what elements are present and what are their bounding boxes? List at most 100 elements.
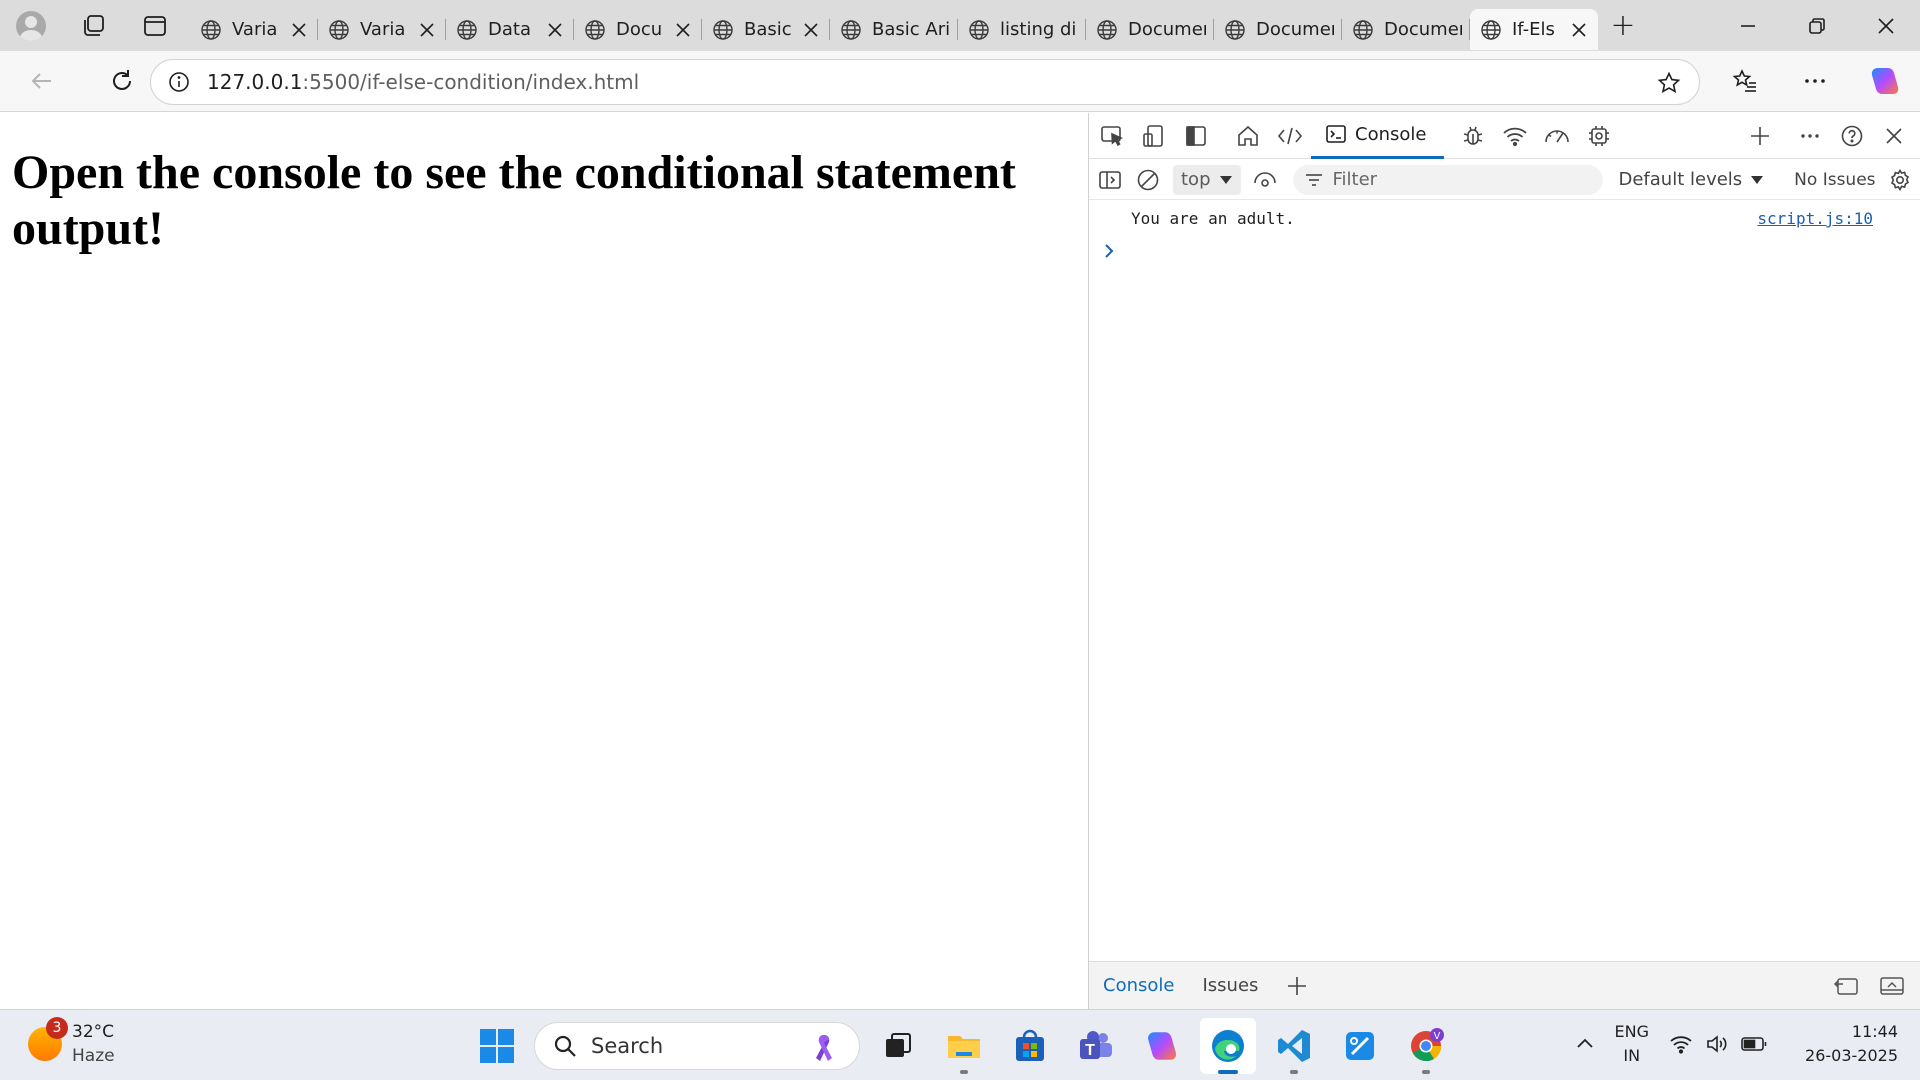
favorites-button[interactable] [1710, 55, 1780, 107]
tab-strip: Varia Varia Data Docu Basic Basic Arit listing… [0, 0, 1920, 51]
drawer-add-tab-button[interactable] [1272, 962, 1322, 1010]
collapse-icon [1880, 977, 1904, 995]
tab-close-button[interactable] [288, 19, 310, 41]
taskbar-vscode[interactable] [1266, 1018, 1322, 1074]
copilot-button[interactable] [1850, 55, 1920, 107]
taskbar-task-view[interactable] [870, 1018, 926, 1074]
copilot-icon [1148, 1032, 1177, 1060]
favorite-button[interactable] [1657, 71, 1681, 99]
tab-actions-button[interactable] [124, 0, 186, 51]
start-button[interactable] [470, 1019, 524, 1073]
browser-tab[interactable]: Varia [318, 9, 446, 50]
close-window-button[interactable] [1851, 0, 1920, 51]
back-button[interactable] [16, 55, 68, 107]
weather-condition: Haze [72, 1046, 115, 1066]
clear-console-button[interactable] [1129, 157, 1167, 203]
globe-icon [457, 19, 477, 40]
browser-tab[interactable]: listing di [958, 9, 1086, 50]
live-expression-button[interactable] [1245, 157, 1285, 203]
sources-tab[interactable] [1452, 113, 1494, 159]
tab-close-button[interactable] [544, 19, 566, 41]
restore-icon [1808, 17, 1825, 34]
browser-tab[interactable]: Varia [190, 9, 318, 50]
plus-icon [1288, 976, 1307, 995]
tab-title: Basic [744, 19, 792, 40]
search-placeholder: Search [591, 1034, 664, 1058]
language-indicator[interactable]: ENG IN [1615, 1020, 1649, 1068]
dock-side-button[interactable] [1175, 113, 1217, 159]
close-devtools-button[interactable] [1873, 113, 1915, 159]
log-levels-dropdown[interactable]: Default levels [1619, 169, 1765, 190]
url-text[interactable]: 127.0.0.1:5500/if-else-condition/index.h… [207, 70, 639, 94]
issues-counter[interactable]: No Issues [1794, 170, 1875, 190]
more-tools-button[interactable] [1739, 113, 1781, 159]
restore-button[interactable] [1782, 0, 1851, 51]
teams-icon: T [1080, 1031, 1112, 1059]
taskbar-copilot[interactable] [1134, 1018, 1190, 1074]
console-prompt[interactable] [1103, 241, 1115, 266]
js-context-select[interactable]: top [1173, 164, 1241, 195]
tab-console[interactable]: Console [1311, 113, 1445, 159]
settings-more-button[interactable] [1780, 55, 1850, 107]
browser-tab[interactable]: Documer [1342, 9, 1470, 50]
drawer-tab-console[interactable]: Console [1089, 962, 1188, 1010]
workspaces-button[interactable] [62, 0, 124, 51]
active-indicator [1218, 1070, 1238, 1074]
caret-down-icon [1751, 175, 1764, 184]
browser-tab[interactable]: Basic Arit [830, 9, 958, 50]
network-tab[interactable] [1494, 113, 1536, 159]
inspect-element-button[interactable] [1091, 113, 1133, 159]
taskbar-store[interactable] [1002, 1018, 1058, 1074]
home-icon [1238, 125, 1258, 146]
weather-widget[interactable]: 3 32°C Haze [28, 1017, 115, 1068]
taskbar-snipping-tool[interactable] [1332, 1018, 1388, 1074]
browser-tab[interactable]: If-Els [1470, 9, 1598, 50]
memory-tab[interactable] [1578, 113, 1620, 159]
welcome-tab[interactable] [1227, 113, 1269, 159]
help-button[interactable] [1831, 113, 1873, 159]
browser-tab[interactable]: Basic [702, 9, 830, 50]
close-icon [548, 22, 562, 37]
console-settings-button[interactable] [1880, 157, 1920, 203]
taskbar-teams[interactable]: T [1068, 1018, 1124, 1074]
tab-close-button[interactable] [416, 19, 438, 41]
taskbar-search[interactable]: Search [534, 1022, 860, 1070]
tab-close-button[interactable] [800, 19, 822, 41]
console-filter-input[interactable]: Filter [1292, 164, 1603, 195]
tab-close-button[interactable] [1568, 19, 1590, 41]
tab-title: If-Els [1512, 19, 1555, 40]
globe-icon [713, 19, 733, 40]
browser-tab[interactable]: Documer [1214, 9, 1342, 50]
quick-settings-button[interactable] [1669, 1034, 1767, 1054]
browser-tab[interactable]: Documer [1086, 9, 1214, 50]
taskbar-edge[interactable] [1200, 1018, 1256, 1074]
performance-tab[interactable] [1536, 113, 1578, 159]
weather-temp: 32°C [72, 1022, 115, 1042]
sidebar-icon [1186, 125, 1206, 146]
tab-close-button[interactable] [672, 19, 694, 41]
taskbar-file-explorer[interactable] [936, 1018, 992, 1074]
dock-drawer-button[interactable] [1825, 968, 1867, 1004]
minimize-button[interactable] [1713, 0, 1782, 51]
drawer-tab-issues[interactable]: Issues [1188, 962, 1272, 1010]
clock[interactable]: 11:44 26-03-2025 [1805, 1020, 1898, 1068]
new-tab-button[interactable]: + [1598, 0, 1648, 51]
refresh-button[interactable] [96, 55, 148, 107]
site-info-button[interactable] [151, 70, 207, 94]
svg-text:T: T [1085, 1042, 1095, 1059]
show-sidebar-button[interactable] [1091, 157, 1129, 203]
taskbar-chrome[interactable]: V [1398, 1018, 1454, 1074]
device-emulation-button[interactable] [1133, 113, 1175, 159]
elements-tab[interactable] [1269, 113, 1311, 159]
browser-tab[interactable]: Data [446, 9, 574, 50]
address-bar[interactable]: 127.0.0.1:5500/if-else-condition/index.h… [150, 59, 1700, 105]
globe-icon [1225, 19, 1245, 40]
browser-tab[interactable]: Docu [574, 9, 702, 50]
show-hidden-icons-button[interactable] [1575, 1035, 1595, 1054]
console-message-source-link[interactable]: script.js:10 [1757, 209, 1873, 228]
profile-button[interactable] [0, 0, 62, 51]
devtools-menu-button[interactable] [1789, 113, 1831, 159]
console-icon [1326, 125, 1346, 143]
globe-icon [841, 19, 861, 40]
collapse-drawer-button[interactable] [1871, 968, 1913, 1004]
